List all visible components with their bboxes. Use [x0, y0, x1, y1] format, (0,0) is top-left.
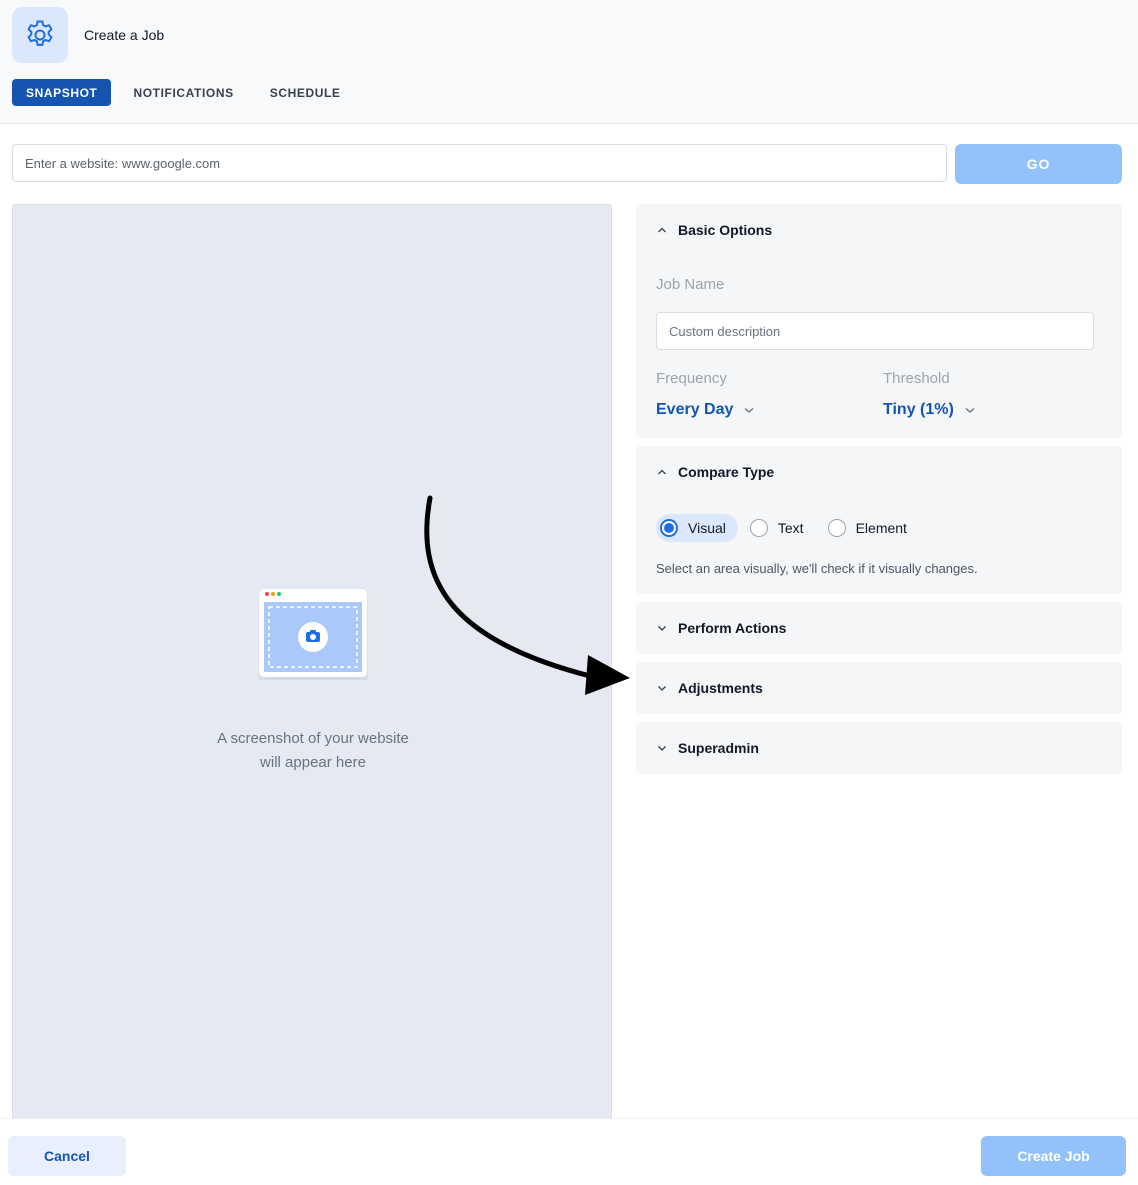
radio-text[interactable]: Text	[746, 514, 816, 542]
radio-text-circle	[749, 519, 768, 537]
basic-options-title: Basic Options	[678, 222, 773, 238]
chevron-down-icon	[656, 742, 668, 754]
superadmin-header[interactable]: Superadmin	[656, 740, 759, 756]
tab-snapshot[interactable]: SNAPSHOT	[12, 79, 112, 106]
adjustments-panel: Adjustments	[636, 662, 1122, 714]
perform-actions-title: Perform Actions	[678, 620, 787, 636]
basic-options-header[interactable]: Basic Options	[656, 222, 772, 238]
compare-type-help-text: Select an area visually, we'll check if …	[656, 561, 978, 576]
chevron-down-icon	[656, 682, 668, 694]
compare-type-panel: Compare Type Visual Text Element Select …	[636, 446, 1122, 594]
cancel-button[interactable]: Cancel	[8, 1136, 126, 1176]
annotation-arrow-icon	[424, 495, 630, 695]
radio-element-label: Element	[855, 520, 907, 536]
go-button[interactable]: GO	[955, 144, 1122, 184]
radio-visual-label: Visual	[688, 520, 726, 536]
create-job-button[interactable]: Create Job	[981, 1136, 1126, 1176]
gear-icon	[12, 7, 68, 63]
radio-visual[interactable]: Visual	[656, 514, 738, 542]
website-url-input[interactable]	[12, 144, 947, 182]
tab-schedule[interactable]: SCHEDULE	[256, 79, 355, 106]
preview-caption-line1: A screenshot of your website	[217, 730, 409, 747]
frequency-select[interactable]: Every Day	[656, 401, 755, 419]
radio-text-label: Text	[777, 520, 804, 536]
browser-camera-icon	[258, 588, 368, 680]
threshold-select[interactable]: Tiny (1%)	[883, 401, 976, 419]
compare-type-radio-group: Visual Text Element	[656, 514, 927, 542]
adjustments-header[interactable]: Adjustments	[656, 680, 763, 696]
superadmin-title: Superadmin	[678, 740, 759, 756]
radio-visual-circle	[660, 519, 678, 537]
preview-caption: A screenshot of your website will appear…	[163, 727, 463, 775]
tab-notifications[interactable]: NOTIFICATIONS	[119, 79, 247, 106]
job-name-label: Job Name	[656, 276, 725, 293]
compare-type-title: Compare Type	[678, 464, 775, 480]
frequency-label: Frequency	[656, 370, 727, 387]
page-header: Create a Job SNAPSHOT NOTIFICATIONS SCHE…	[0, 0, 1138, 124]
tab-bar: SNAPSHOT NOTIFICATIONS SCHEDULE	[12, 79, 363, 106]
chevron-up-icon	[656, 466, 668, 478]
chevron-up-icon	[656, 224, 668, 236]
job-name-input[interactable]	[656, 312, 1094, 350]
superadmin-panel: Superadmin	[636, 722, 1122, 774]
perform-actions-header[interactable]: Perform Actions	[656, 620, 786, 636]
preview-caption-line2: will appear here	[260, 754, 366, 771]
frequency-value: Every Day	[656, 401, 734, 418]
page-footer: Cancel Create Job	[0, 1118, 1138, 1185]
chevron-down-icon	[964, 404, 976, 416]
compare-type-header[interactable]: Compare Type	[656, 464, 774, 480]
threshold-label: Threshold	[883, 370, 950, 387]
radio-element[interactable]: Element	[824, 514, 919, 542]
chevron-down-icon	[743, 404, 755, 416]
threshold-value: Tiny (1%)	[883, 401, 954, 418]
adjustments-title: Adjustments	[678, 680, 763, 696]
page-title: Create a Job	[84, 27, 165, 43]
chevron-down-icon	[656, 622, 668, 634]
perform-actions-panel: Perform Actions	[636, 602, 1122, 654]
basic-options-panel: Basic Options Job Name Frequency Every D…	[636, 204, 1122, 438]
radio-element-circle	[827, 519, 846, 537]
